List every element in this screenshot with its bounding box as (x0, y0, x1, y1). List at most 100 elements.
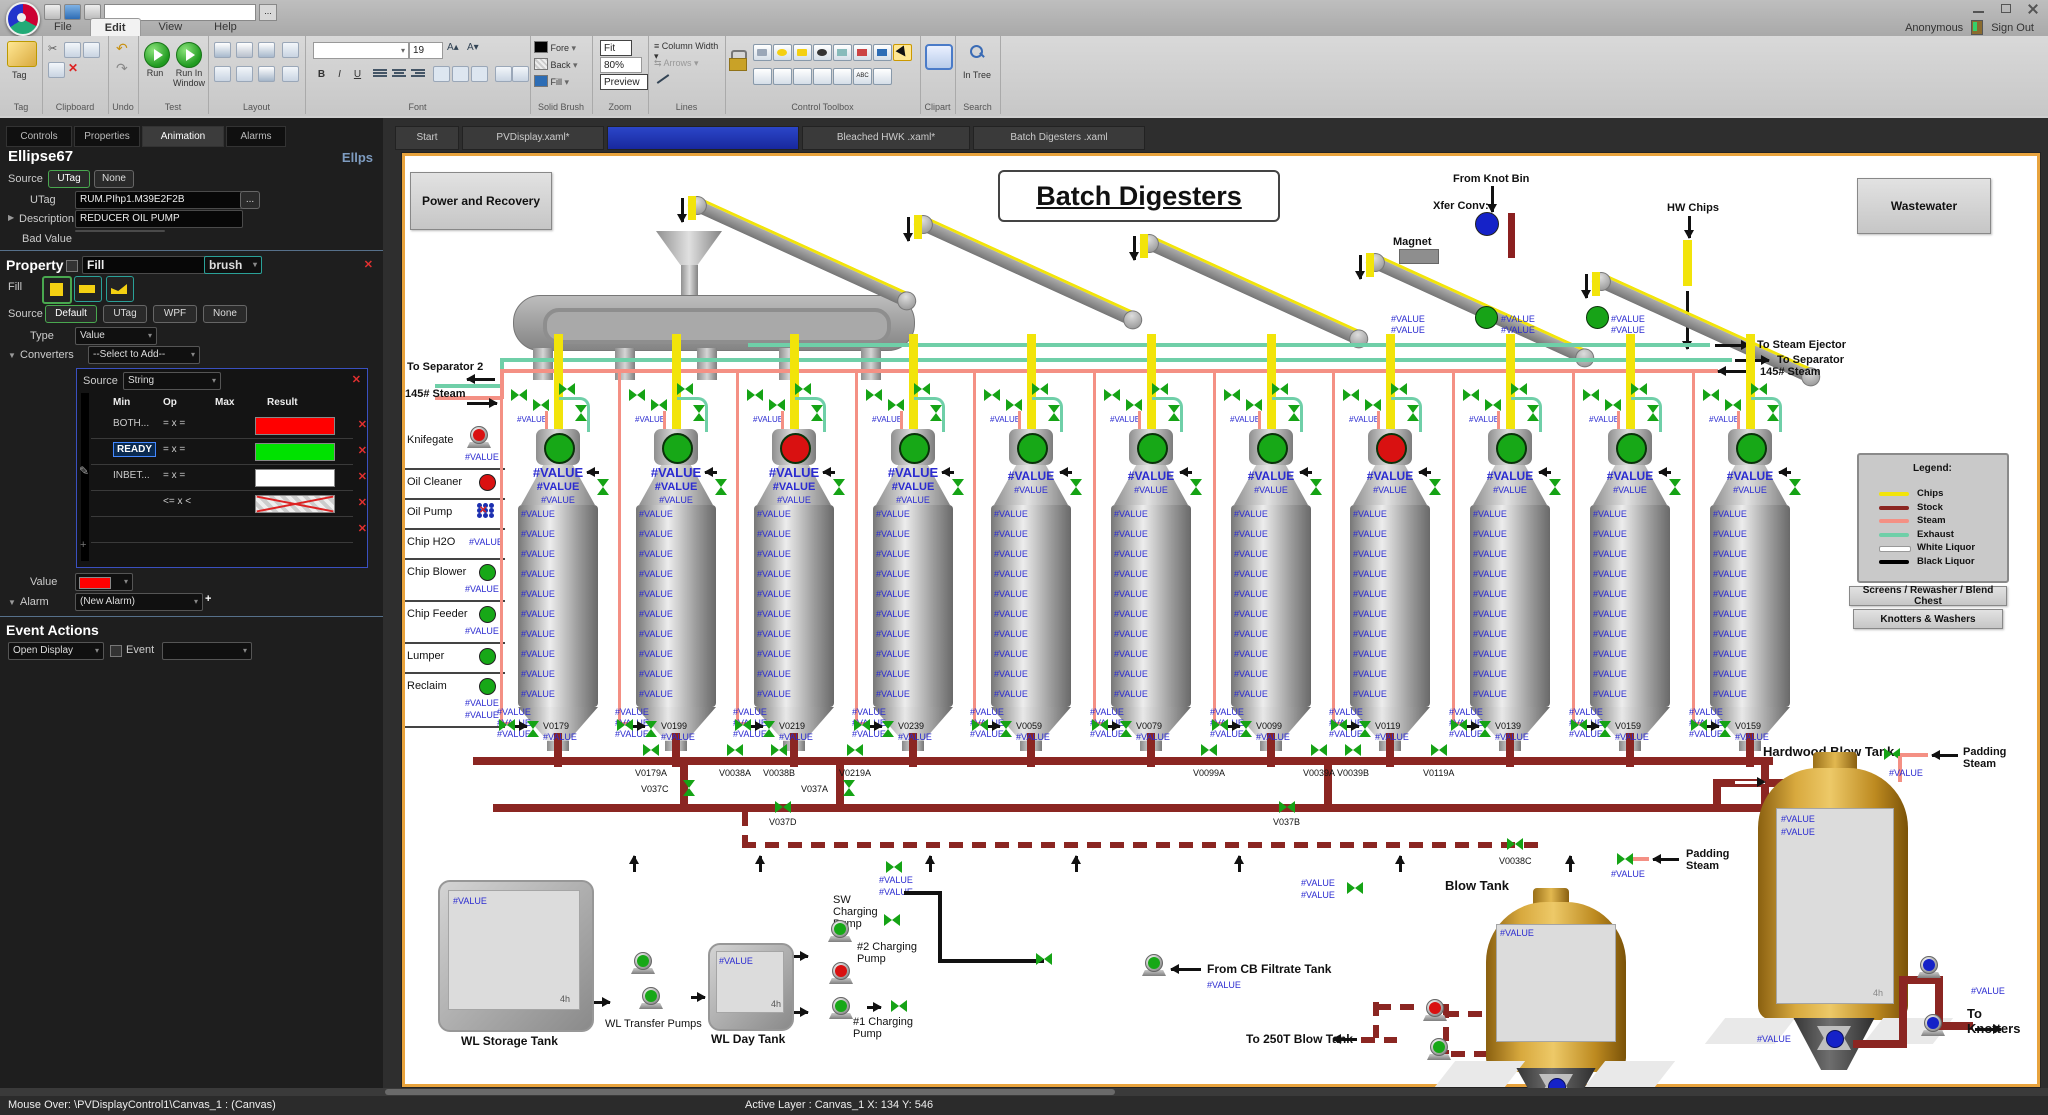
panel-tab-animation[interactable]: Animation (142, 126, 224, 147)
fill-source-default[interactable]: Default (45, 305, 97, 323)
delete-row-icon[interactable]: ✕ (358, 522, 367, 535)
browse-button[interactable]: ... (259, 4, 277, 21)
layout-tool-icon[interactable] (258, 42, 275, 58)
close-icon[interactable] (2027, 4, 2040, 14)
toolbox-shape-icon[interactable] (873, 68, 892, 85)
solid-brush-fill[interactable]: Fill ▾ (534, 75, 588, 88)
tag-button[interactable]: Tag (12, 70, 27, 80)
fill-wave-button[interactable] (106, 276, 134, 302)
toolbox-tool-icon[interactable] (753, 44, 772, 61)
delete-map-icon[interactable]: ✕ (352, 373, 361, 386)
doc-tab-bleached-hwk[interactable]: Bleached HWK .xaml* (802, 126, 970, 150)
menu-tab-view[interactable]: View (145, 18, 197, 37)
menu-tab-edit[interactable]: Edit (90, 18, 141, 37)
align-r-icon[interactable] (411, 68, 425, 80)
fill-bar-button[interactable] (74, 276, 102, 302)
text-fit-icon[interactable] (452, 66, 469, 82)
toolbox-shape-icon[interactable] (773, 68, 792, 85)
grow-font-icon[interactable]: A▴ (447, 42, 459, 53)
layout-tool-icon[interactable] (282, 42, 299, 58)
layout-tool-icon[interactable] (214, 42, 231, 58)
toolbox-shape-icon[interactable] (793, 68, 812, 85)
minimize-icon[interactable] (1973, 4, 1986, 14)
layout-tool-icon[interactable] (236, 66, 253, 82)
add-map-row-icon[interactable]: + (80, 539, 86, 551)
wastewater-button[interactable]: Wastewater (1857, 178, 1991, 234)
arrows-dropdown[interactable]: ⇆ Arrows ▾ (654, 58, 714, 69)
indent-icon[interactable] (495, 66, 512, 82)
run-icon[interactable] (144, 42, 170, 68)
event-action-dropdown[interactable]: Open Display▾ (8, 642, 104, 660)
align-c-icon[interactable] (392, 68, 406, 80)
fill-source-wpf[interactable]: WPF (153, 305, 197, 323)
solid-brush-back[interactable]: Back ▾ (534, 58, 588, 71)
doc-tab-active[interactable] (607, 126, 799, 150)
alarm-expander-icon[interactable]: ▼ (8, 598, 16, 607)
lower-valve[interactable] (1279, 801, 1295, 813)
layout-tool-icon[interactable] (282, 66, 299, 82)
text-tool-icon[interactable]: ABC (853, 68, 872, 85)
preview-button[interactable]: Preview (600, 74, 648, 90)
run-button[interactable]: Run (140, 68, 170, 78)
menu-tab-file[interactable]: File (40, 18, 86, 37)
lower-valve[interactable] (843, 780, 855, 796)
fill-solid-button[interactable] (42, 276, 72, 304)
event-checkbox[interactable] (110, 645, 122, 657)
toolbox-shape-icon[interactable] (753, 68, 772, 85)
manifold-valve[interactable] (847, 744, 863, 756)
delete-row-icon[interactable]: ✕ (358, 418, 367, 431)
toolbox-shape-icon[interactable] (833, 44, 852, 61)
property-checkbox[interactable] (66, 260, 78, 272)
panel-tab-properties[interactable]: Properties (74, 126, 140, 147)
undo-icon[interactable]: ↶ (116, 40, 128, 57)
add-alarm-icon[interactable]: + (205, 593, 211, 605)
delete-property-icon[interactable]: ✕ (364, 258, 373, 271)
doc-tab-pvdisplay[interactable]: PVDisplay.xaml* (462, 126, 604, 150)
restore-icon[interactable] (2000, 4, 2013, 14)
tag-icon[interactable] (7, 41, 37, 67)
source-none-toggle[interactable]: None (94, 170, 134, 188)
manifold-valve[interactable] (771, 744, 787, 756)
menu-tab-help[interactable]: Help (200, 18, 251, 37)
italic-button[interactable]: I (331, 66, 348, 83)
app-logo-icon[interactable] (6, 2, 40, 36)
text-fit-icon[interactable] (471, 66, 488, 82)
bold-button[interactable]: B (313, 66, 330, 83)
layout-tool-icon[interactable] (236, 42, 253, 58)
line-style-icon[interactable] (657, 74, 670, 84)
shrink-font-icon[interactable]: A▾ (467, 42, 479, 53)
alarm-dropdown[interactable]: (New Alarm)▾ (75, 593, 203, 611)
clipart-icon[interactable] (925, 44, 953, 70)
property-name[interactable]: Fill (82, 256, 207, 274)
toolbox-shape-icon[interactable] (813, 68, 832, 85)
align-left-icon[interactable] (373, 68, 387, 80)
utag-browse-button[interactable]: ... (240, 191, 260, 209)
map-row[interactable]: INBET...= x =✕ (91, 465, 353, 491)
paste-icon[interactable] (83, 42, 100, 58)
paste-special-icon[interactable] (48, 62, 65, 78)
manifold-valve[interactable] (1345, 744, 1361, 756)
fit-button[interactable]: Fit (600, 40, 632, 56)
delete-icon[interactable]: ✕ (68, 61, 78, 75)
layout-tool-icon[interactable] (214, 66, 231, 82)
display-canvas[interactable]: Power and Recovery Wastewater Batch Dige… (402, 153, 2040, 1087)
map-row[interactable]: <= x <✕ (91, 491, 353, 517)
description-input[interactable]: REDUCER OIL PUMP (75, 210, 243, 228)
solid-brush-fore[interactable]: Fore ▾ (534, 41, 588, 54)
bad-value-input[interactable] (75, 230, 165, 232)
fill-source-utag[interactable]: UTag (103, 305, 147, 323)
map-row[interactable]: READY= x =✕ (91, 439, 353, 465)
zoom-level-combo[interactable]: 80% (600, 57, 642, 73)
cut-icon[interactable]: ✂ (48, 42, 57, 55)
panel-tab-alarms[interactable]: Alarms (226, 126, 286, 147)
screens-rewasher-button[interactable]: Screens / Rewasher / Blend Chest (1849, 586, 2007, 606)
source-utag-toggle[interactable]: UTag (48, 170, 90, 188)
property-kind-dropdown[interactable]: brush▾ (204, 256, 262, 274)
lower-valve[interactable] (683, 780, 695, 796)
lower-valve[interactable] (775, 801, 791, 813)
event-dropdown[interactable]: ▾ (162, 642, 252, 660)
select-cursor-icon[interactable] (893, 44, 912, 61)
font-size-combo[interactable]: 19 (409, 42, 443, 59)
knotters-washers-button[interactable]: Knotters & Washers (1853, 609, 2003, 629)
redo-icon[interactable]: ↷ (116, 60, 128, 77)
